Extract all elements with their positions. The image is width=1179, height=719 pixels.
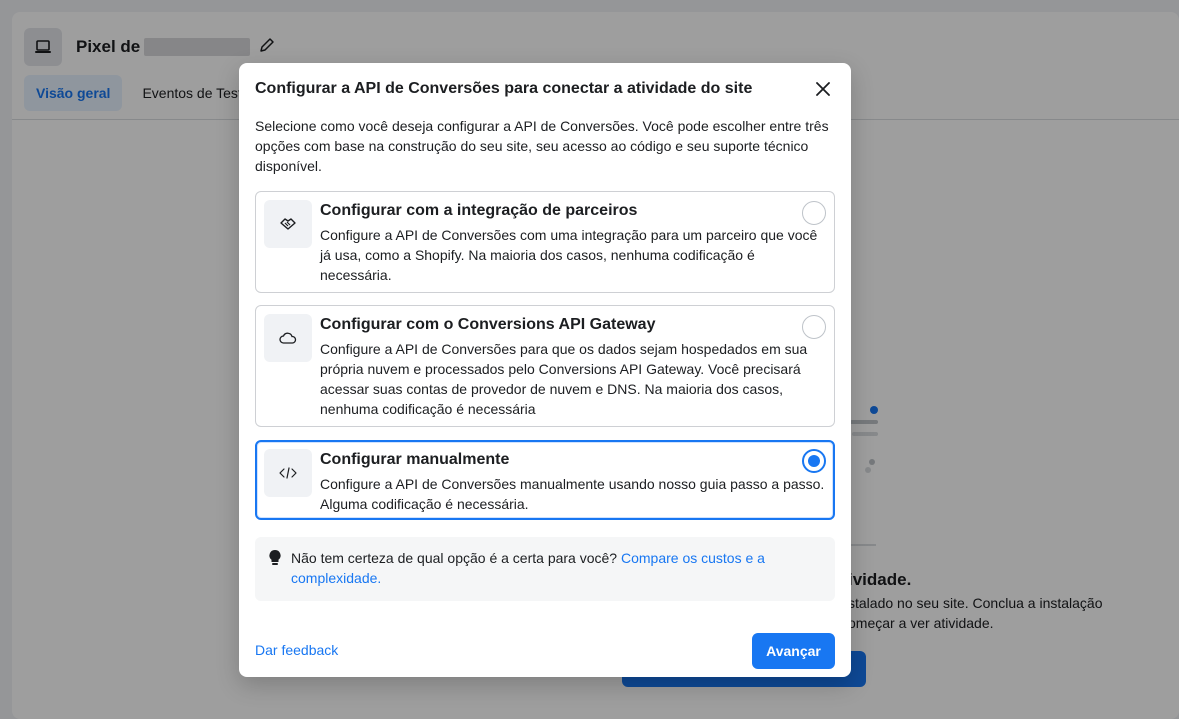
radio-manual-setup[interactable] xyxy=(802,449,826,473)
close-icon xyxy=(816,82,830,96)
dialog-intro: Selecione como você deseja configurar a … xyxy=(255,118,829,174)
radio-conversions-api-gateway[interactable] xyxy=(802,315,826,339)
code-icon xyxy=(264,449,312,497)
option-manual-setup[interactable]: Configurar manualmente Configure a API d… xyxy=(255,440,835,520)
hint-text: Não tem certeza de qual opção é a certa … xyxy=(291,548,811,588)
option-title: Configurar manualmente xyxy=(320,451,510,468)
next-button[interactable]: Avançar xyxy=(752,633,835,669)
help-hint: Não tem certeza de qual opção é a certa … xyxy=(255,537,835,601)
lightbulb-icon xyxy=(269,549,281,565)
cloud-icon xyxy=(264,314,312,362)
option-title: Configurar com a integração de parceiros xyxy=(320,202,638,219)
close-button[interactable] xyxy=(813,79,833,99)
hint-question: Não tem certeza de qual opção é a certa … xyxy=(291,550,621,566)
dialog-title: Configurar a API de Conversões para cone… xyxy=(255,80,753,97)
radio-partner-integration[interactable] xyxy=(802,201,826,225)
option-description: Configure a API de Conversões com uma in… xyxy=(320,227,818,283)
option-title: Configurar com o Conversions API Gateway xyxy=(320,316,656,333)
option-conversions-api-gateway[interactable]: Configurar com o Conversions API Gateway… xyxy=(255,305,835,427)
setup-conversions-api-dialog: Configurar a API de Conversões para cone… xyxy=(239,63,851,677)
option-description: Configure a API de Conversões para que o… xyxy=(320,341,808,417)
feedback-link[interactable]: Dar feedback xyxy=(255,642,338,658)
handshake-icon xyxy=(264,200,312,248)
option-description: Configure a API de Conversões manualment… xyxy=(320,476,825,512)
option-partner-integration[interactable]: Configurar com a integração de parceiros… xyxy=(255,191,835,293)
